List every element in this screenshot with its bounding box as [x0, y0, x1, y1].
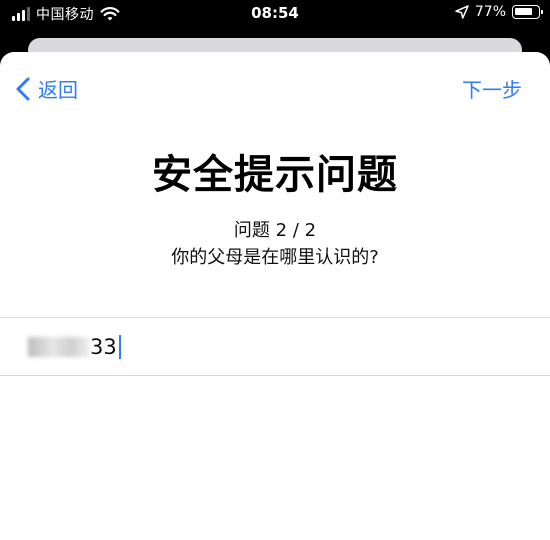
status-bar: 中国移动 08:54 77% [0, 0, 550, 30]
battery-level [515, 8, 532, 15]
question-progress: 问题 2 / 2 [233, 220, 317, 241]
security-question-sheet: 返回 下一步 安全提示问题 问题 2 / 2 你的父母是在哪里认识的? 33 [0, 52, 550, 540]
text-cursor [118, 335, 121, 359]
question-text: 你的父母是在哪里认识的? [171, 247, 379, 268]
answer-row: 33 [0, 317, 550, 376]
back-label: 返回 [38, 78, 78, 102]
next-button[interactable]: 下一步 [462, 74, 522, 103]
battery-icon [512, 5, 543, 19]
answer-visible-text: 33 [90, 335, 117, 359]
back-button[interactable]: 返回 [16, 74, 78, 103]
status-right: 77% [455, 4, 543, 20]
page-title: 安全提示问题 [152, 152, 398, 198]
location-arrow-icon [455, 5, 469, 19]
answer-input[interactable]: 33 [28, 332, 528, 362]
battery-percent: 77% [474, 4, 506, 20]
redacted-text [28, 337, 90, 357]
chevron-left-icon [16, 77, 30, 100]
